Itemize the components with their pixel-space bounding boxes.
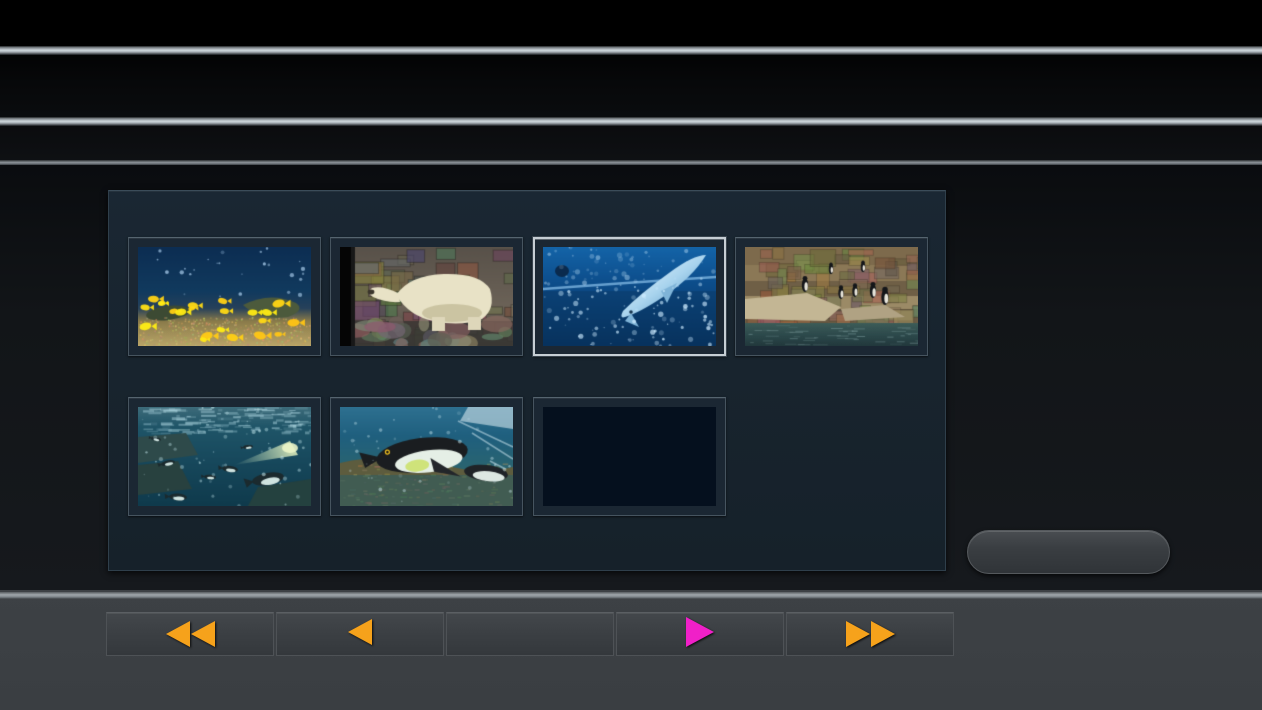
chapter-cell[interactable] (528, 237, 731, 397)
chapter-cell[interactable] (123, 397, 326, 557)
double-right-arrow-icon (845, 621, 895, 647)
next-page-button[interactable] (616, 612, 784, 656)
thumbnail-frame[interactable] (330, 237, 524, 356)
title-band (0, 55, 1262, 117)
chapter-grid-panel (108, 190, 946, 571)
thumbnail-image (340, 247, 514, 346)
nav-spacer-left (0, 612, 106, 656)
double-left-arrow-icon (165, 621, 215, 647)
metal-rail-lower (0, 117, 1262, 126)
thumbnail-image (542, 247, 716, 346)
previous-page-button[interactable] (276, 612, 444, 656)
metal-rail-bottom (0, 592, 1262, 599)
top-black-bar (0, 0, 1262, 46)
thumbnail-frame[interactable] (127, 237, 321, 356)
right-arrow-icon (686, 616, 714, 652)
chapter-cell[interactable] (123, 237, 326, 397)
thumbnail-image (137, 247, 311, 346)
thumbnail-image (137, 407, 311, 506)
chapter-cell[interactable] (528, 397, 731, 557)
chapter-grid (123, 237, 933, 557)
chapter-cell[interactable] (326, 397, 529, 557)
sub-band (0, 126, 1262, 160)
nav-spacer-right (956, 612, 1262, 656)
navigation-bar (0, 612, 1262, 656)
thumbnail-frame[interactable] (735, 237, 929, 356)
chapter-cell[interactable] (326, 237, 529, 397)
page-indicator (446, 612, 614, 656)
thumbnail-frame[interactable] (127, 397, 321, 516)
thumbnail-image (542, 407, 716, 506)
last-page-button[interactable] (786, 612, 954, 656)
thumbnail-frame[interactable] (532, 397, 726, 516)
first-page-button[interactable] (106, 612, 274, 656)
left-arrow-icon (348, 618, 372, 650)
thumbnail-frame[interactable] (532, 237, 726, 356)
thumbnail-frame[interactable] (330, 397, 524, 516)
thumbnail-image (340, 407, 514, 506)
play-all-button[interactable] (967, 530, 1170, 574)
thumbnail-image (745, 247, 919, 346)
metal-rail-upper (0, 46, 1262, 55)
chapter-cell[interactable] (731, 237, 934, 397)
